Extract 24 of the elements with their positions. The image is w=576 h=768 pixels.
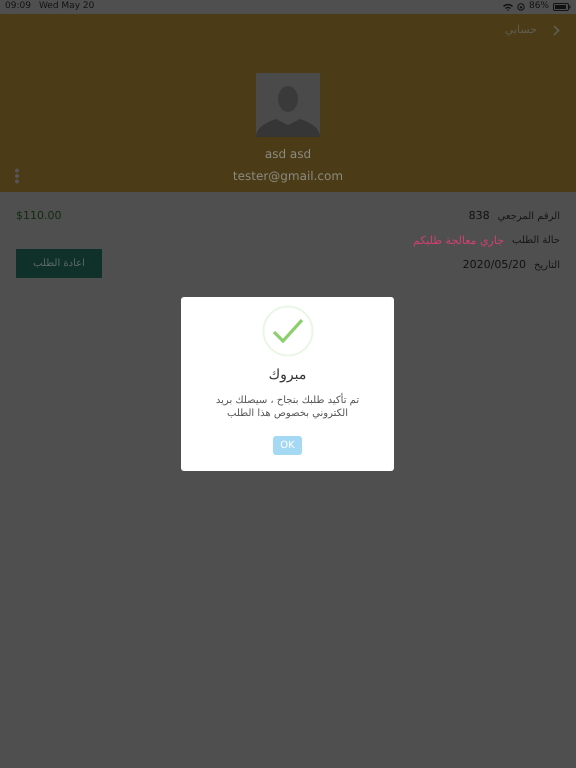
- wifi-icon: [502, 3, 513, 11]
- order-price: $110.00: [16, 208, 62, 224]
- status-value: جاري معالجة طلبكم: [412, 232, 504, 249]
- status-date: Wed May 20: [38, 0, 94, 14]
- more-options-icon[interactable]: [14, 168, 20, 184]
- field-label: حالة الطلب: [512, 234, 560, 248]
- status-time: 09:09: [5, 0, 31, 14]
- rotation-lock-icon: [516, 3, 525, 11]
- back-chevron-icon[interactable]: [553, 24, 560, 36]
- battery-percent: 86%: [528, 0, 549, 14]
- success-check-icon: [262, 305, 314, 357]
- dialog-message: تم تأكيد طلبك بنجاح ، سيصلك بريد الكتروني بخصوص هذا الطلب: [212, 394, 362, 420]
- field-label: التاريخ: [534, 258, 560, 273]
- battery-icon: [553, 3, 571, 11]
- avatar-placeholder: [256, 72, 320, 136]
- user-name: asd asd: [264, 146, 312, 162]
- user-email: tester@gmail.com: [232, 168, 344, 184]
- field-label: الرقم المرجعي: [498, 210, 560, 224]
- field-value: 2020/05/20: [462, 257, 526, 273]
- reorder-button[interactable]: اعادة الطلب: [16, 248, 102, 278]
- ok-button[interactable]: OK: [273, 436, 302, 455]
- page-title: حسابي: [504, 22, 537, 38]
- field-value: 838: [468, 208, 490, 224]
- dialog-title: مبروك: [268, 366, 306, 385]
